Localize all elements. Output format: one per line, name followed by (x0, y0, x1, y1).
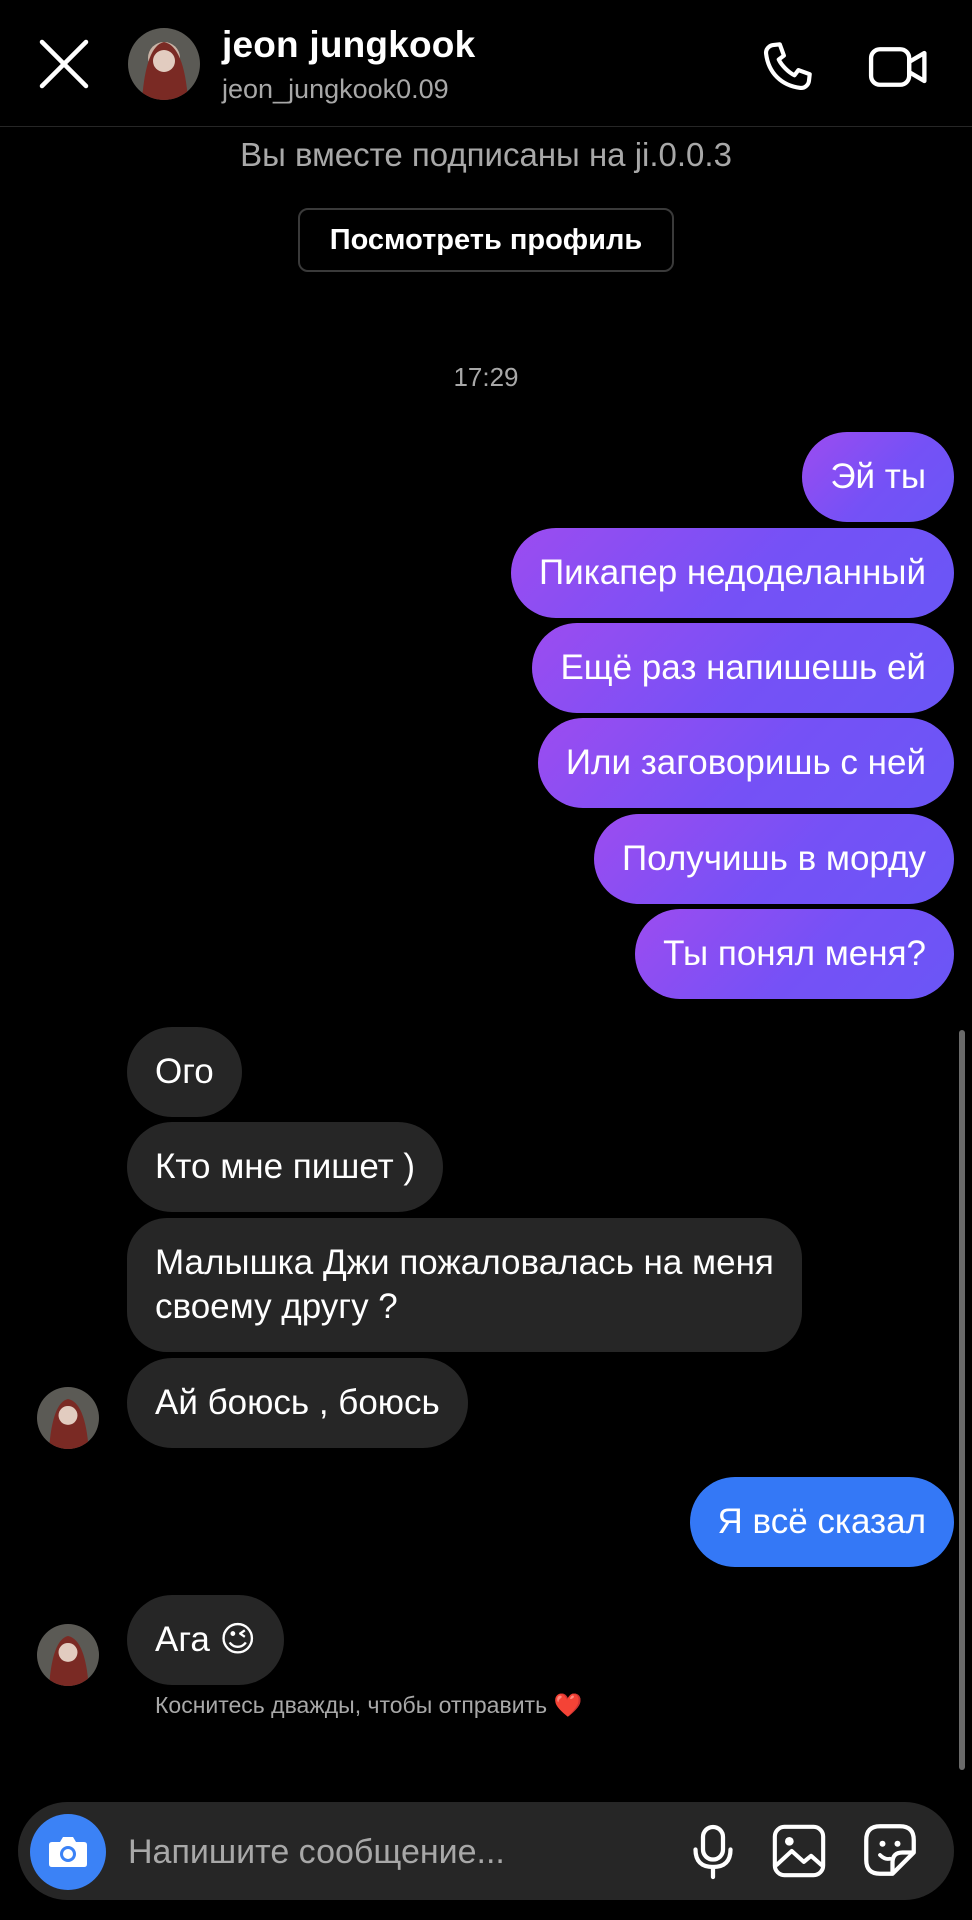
close-icon (39, 39, 89, 89)
outgoing-message[interactable]: Эй ты (802, 432, 954, 522)
contact-avatar[interactable] (128, 28, 200, 100)
outgoing-message[interactable]: Ещё раз напишешь ей (532, 623, 954, 713)
gallery-button[interactable] (770, 1822, 828, 1880)
incoming-message[interactable]: Ага 😉 (127, 1595, 285, 1685)
microphone-icon (693, 1824, 733, 1880)
contact-username: jeon_jungkook0.09 (222, 74, 449, 104)
message-input[interactable] (126, 1826, 670, 1878)
camera-icon (49, 1837, 87, 1867)
camera-button[interactable] (30, 1814, 106, 1890)
message-line: своему другу ? (155, 1287, 398, 1326)
video-call-button[interactable] (866, 36, 932, 98)
voice-message-button[interactable] (688, 1822, 738, 1882)
double-tap-hint[interactable]: Коснитесь дважды, чтобы отправить ❤️ (155, 1692, 582, 1719)
outgoing-message[interactable]: Пикапер недоделанный (511, 528, 954, 618)
sticker-button[interactable] (860, 1820, 920, 1880)
outgoing-message[interactable]: Я всё сказал (689, 1477, 954, 1567)
close-button[interactable] (36, 36, 92, 92)
scrollbar[interactable] (959, 1030, 965, 1770)
incoming-message[interactable]: Кто мне пишет ) (127, 1122, 444, 1212)
outgoing-message[interactable]: Или заговоришь с ней (537, 718, 954, 808)
contact-name[interactable]: jeon jungkook (222, 24, 475, 66)
video-camera-icon (868, 47, 927, 87)
mutual-follow-text: Вы вместе подписаны на ji.0.0.3 (240, 136, 732, 173)
message-line: Малышка Джи пожаловалась на меня (155, 1243, 774, 1282)
image-icon (772, 1824, 826, 1878)
phone-icon (763, 42, 812, 91)
incoming-message[interactable]: Ай боюсь , боюсь (127, 1358, 468, 1448)
view-profile-button[interactable]: Посмотреть профиль (298, 208, 674, 272)
incoming-message[interactable]: Малышка Джи пожаловалась на меня своему … (127, 1218, 802, 1352)
contact-avatar-small[interactable] (37, 1387, 99, 1449)
avatar-image (128, 28, 200, 100)
avatar-image (37, 1387, 99, 1449)
audio-call-button[interactable] (756, 36, 818, 98)
sticker-icon (864, 1824, 916, 1876)
message-timestamp: 17:29 (453, 362, 519, 392)
outgoing-message[interactable]: Ты понял меня? (635, 909, 954, 999)
contact-avatar-small[interactable] (37, 1624, 99, 1686)
avatar-image (37, 1624, 99, 1686)
outgoing-message[interactable]: Получишь в морду (593, 814, 954, 904)
incoming-message[interactable]: Ого (127, 1027, 242, 1117)
